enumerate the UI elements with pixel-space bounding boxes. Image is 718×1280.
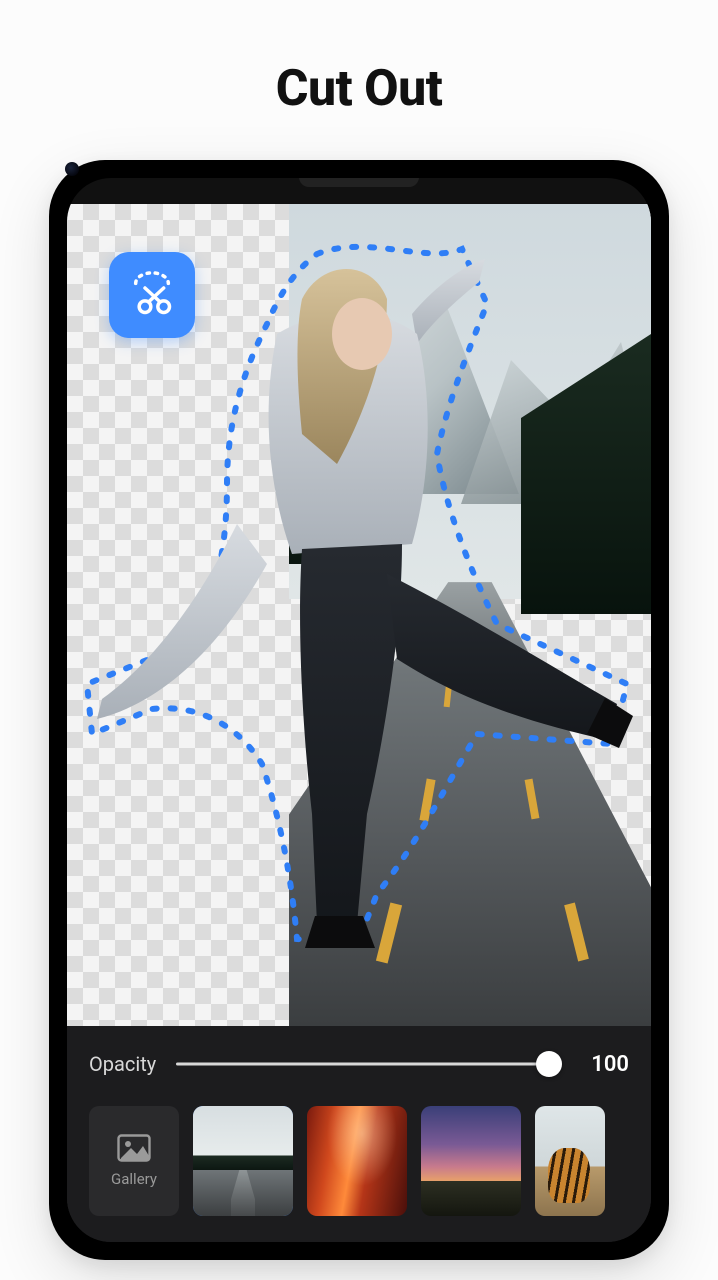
opacity-slider-thumb[interactable] [536,1051,562,1077]
editor-canvas[interactable] [67,204,651,1026]
opacity-slider[interactable] [176,1050,561,1078]
gallery-button[interactable]: Gallery [89,1106,179,1216]
opacity-label: Opacity [89,1052,156,1076]
phone-screen-wrapper: Opacity 100 Gallery [67,178,651,1242]
app-screen: Opacity 100 Gallery [67,204,651,1242]
phone-camera-dot [65,162,79,176]
background-thumb-tiger-walk[interactable] [535,1106,605,1216]
opacity-value: 100 [581,1052,629,1077]
background-thumb-mountain-road[interactable] [193,1106,293,1216]
phone-speaker [299,178,419,187]
page-title: Cut Out [276,60,443,118]
controls-panel: Opacity 100 Gallery [67,1026,651,1242]
background-thumb-canyon-red[interactable] [307,1106,407,1216]
background-photo [289,204,651,1026]
scissors-lasso-icon [124,267,180,323]
background-thumb-sunset-field[interactable] [421,1106,521,1216]
gallery-label: Gallery [111,1170,157,1188]
phone-frame: Opacity 100 Gallery [49,160,669,1260]
cutout-tool-badge[interactable] [109,252,195,338]
opacity-slider-track [176,1063,561,1066]
opacity-row: Opacity 100 [89,1036,629,1092]
background-thumbnails: Gallery [89,1106,629,1216]
image-icon [117,1134,151,1162]
